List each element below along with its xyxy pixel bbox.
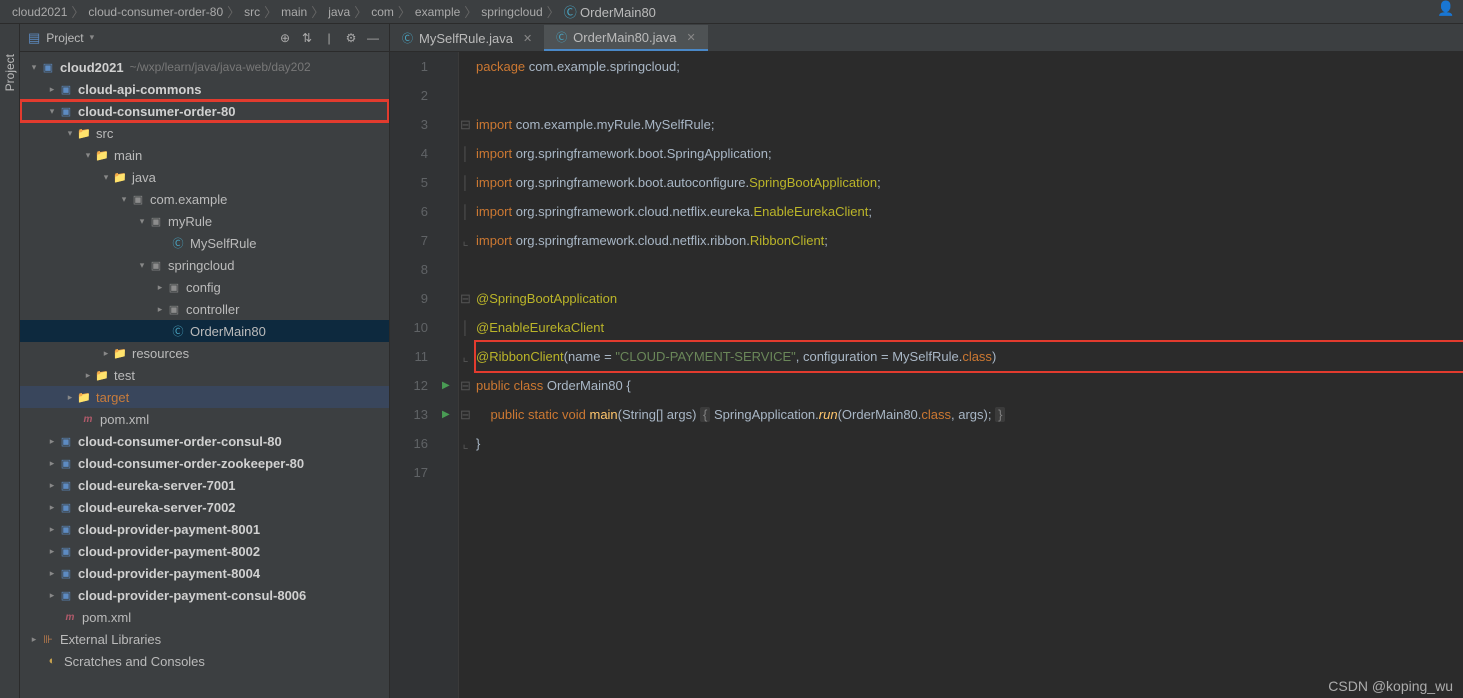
close-icon[interactable]: ✕ (523, 32, 532, 45)
run-gutter: ▶ ▶ (438, 52, 458, 698)
tree-package-myrule[interactable]: ▾▣myRule (20, 210, 389, 232)
tree-class-ordermain80[interactable]: ⒸOrderMain80 (20, 320, 389, 342)
editor-tabs: ⒸMySelfRule.java✕ ⒸOrderMain80.java✕ (390, 24, 1463, 52)
tree-package[interactable]: ▾▣com.example (20, 188, 389, 210)
tree-folder-src[interactable]: ▾📁src (20, 122, 389, 144)
tree-module[interactable]: ▸▣cloud-consumer-order-consul-80 (20, 430, 389, 452)
hide-icon[interactable]: — (365, 30, 381, 46)
editor: ⒸMySelfRule.java✕ ⒸOrderMain80.java✕ 123… (390, 24, 1463, 698)
crumb[interactable]: springcloud (481, 5, 542, 19)
crumb[interactable]: cloud-consumer-order-80 (88, 5, 223, 19)
tree-package-config[interactable]: ▸▣config (20, 276, 389, 298)
highlighted-line: @RibbonClient(name = "CLOUD-PAYMENT-SERV… (476, 342, 1463, 371)
tree-module[interactable]: ▸▣cloud-api-commons (20, 78, 389, 100)
tree-class-myselfrule[interactable]: ⒸMySelfRule (20, 232, 389, 254)
code-text[interactable]: package com.example.springcloud; import … (472, 52, 1463, 698)
run-icon[interactable]: ▶ (438, 400, 458, 429)
tree-package-springcloud[interactable]: ▾▣springcloud (20, 254, 389, 276)
tree-module[interactable]: ▸▣cloud-provider-payment-8004 (20, 562, 389, 584)
tree-module[interactable]: ▸▣cloud-provider-payment-consul-8006 (20, 584, 389, 606)
tree-folder-target[interactable]: ▸📁target (20, 386, 389, 408)
gear-icon[interactable]: ⚙ (343, 30, 359, 46)
tree-file-pom[interactable]: mpom.xml (20, 408, 389, 430)
tree-module[interactable]: ▸▣cloud-eureka-server-7002 (20, 496, 389, 518)
crumb[interactable]: cloud2021 (12, 5, 67, 19)
tab-myselfrule[interactable]: ⒸMySelfRule.java✕ (390, 25, 544, 51)
sidebar-title[interactable]: Project (46, 31, 83, 45)
crumb[interactable]: java (328, 5, 350, 19)
tree-folder-test[interactable]: ▸📁test (20, 364, 389, 386)
breadcrumb: cloud2021〉 cloud-consumer-order-80〉 src〉… (0, 0, 1463, 24)
expand-all-icon[interactable]: ⇅ (299, 30, 315, 46)
chevron-down-icon[interactable]: ▾ (90, 32, 95, 43)
close-icon[interactable]: ✕ (686, 31, 695, 44)
project-tree[interactable]: ▾▣cloud2021~/wxp/learn/java/java-web/day… (20, 52, 389, 698)
tree-folder-java[interactable]: ▾📁java (20, 166, 389, 188)
divider-icon: | (321, 30, 337, 46)
line-numbers: 123456789101112131617 (390, 52, 438, 698)
tree-package-controller[interactable]: ▸▣controller (20, 298, 389, 320)
user-icon[interactable]: 👤 (1437, 0, 1457, 20)
watermark: CSDN @koping_wu (1328, 678, 1453, 694)
crumb[interactable]: main (281, 5, 307, 19)
tree-module[interactable]: ▸▣cloud-provider-payment-8002 (20, 540, 389, 562)
crumb-file[interactable]: Ⓒ OrderMain80 (564, 2, 656, 21)
tree-scratches[interactable]: ◐Scratches and Consoles (20, 650, 389, 672)
crumb[interactable]: com (371, 5, 394, 19)
run-icon[interactable]: ▶ (438, 371, 458, 400)
fold-gutter: ⊟│││⌞ ⊟│⌞⊟⊟⌞ (458, 52, 472, 698)
project-view-icon: ▤ (28, 30, 40, 46)
code-area[interactable]: 123456789101112131617 ▶ ▶ ⊟│││⌞ ⊟│⌞⊟⊟⌞ p… (390, 52, 1463, 698)
tree-folder-resources[interactable]: ▸📁resources (20, 342, 389, 364)
project-gutter-label: Project (3, 54, 17, 91)
sidebar-header: ▤ Project ▾ ⊕ ⇅ | ⚙ — (20, 24, 389, 52)
crumb[interactable]: example (415, 5, 460, 19)
tree-root[interactable]: ▾▣cloud2021~/wxp/learn/java/java-web/day… (20, 56, 389, 78)
tree-module[interactable]: ▸▣cloud-consumer-order-zookeeper-80 (20, 452, 389, 474)
select-opened-icon[interactable]: ⊕ (277, 30, 293, 46)
tree-folder-main[interactable]: ▾📁main (20, 144, 389, 166)
tab-ordermain80[interactable]: ⒸOrderMain80.java✕ (544, 25, 708, 51)
project-tool-gutter[interactable]: Project (0, 24, 20, 698)
tree-module[interactable]: ▸▣cloud-provider-payment-8001 (20, 518, 389, 540)
tree-file-pom-root[interactable]: mpom.xml (20, 606, 389, 628)
tree-module-highlighted[interactable]: ▾▣cloud-consumer-order-80 (20, 100, 389, 122)
crumb[interactable]: src (244, 5, 260, 19)
tree-module[interactable]: ▸▣cloud-eureka-server-7001 (20, 474, 389, 496)
tree-external-libs[interactable]: ▸⊪External Libraries (20, 628, 389, 650)
project-sidebar: ▤ Project ▾ ⊕ ⇅ | ⚙ — ▾▣cloud2021~/wxp/l… (20, 24, 390, 698)
